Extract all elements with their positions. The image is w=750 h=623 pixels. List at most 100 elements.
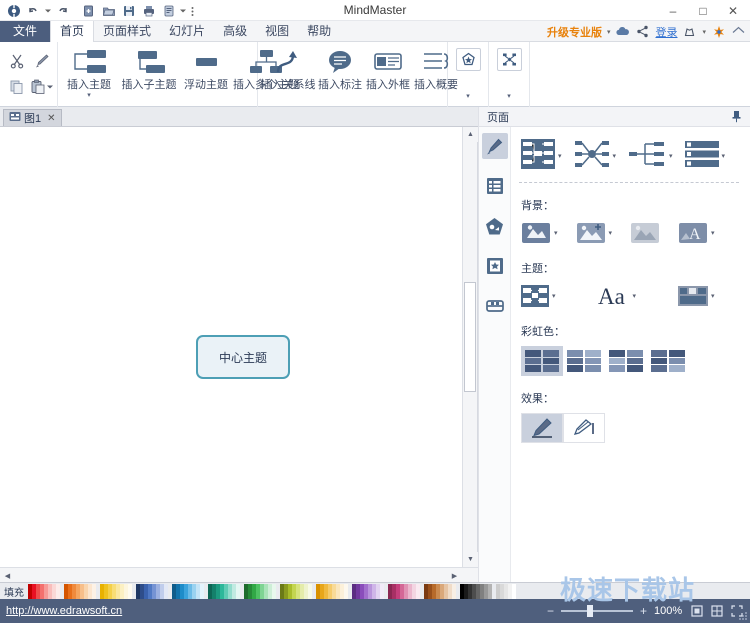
customize-caret[interactable] bbox=[179, 2, 187, 21]
theme-font-option[interactable]: Aa ▾ bbox=[598, 283, 637, 309]
palette-color-swatch[interactable] bbox=[512, 584, 516, 599]
canvas-vertical-scrollbar[interactable]: ▲ ▼ bbox=[462, 127, 477, 567]
tab-page-style[interactable]: 页面样式 bbox=[94, 21, 160, 42]
theme-style-caret-icon[interactable]: ▾ bbox=[552, 292, 556, 300]
minimize-button[interactable]: – bbox=[658, 0, 688, 21]
zoom-slider[interactable] bbox=[561, 610, 633, 612]
rainbow-swatch-2[interactable] bbox=[563, 346, 605, 376]
resize-grip-icon[interactable] bbox=[737, 610, 749, 622]
insert-boundary-button[interactable]: 插入外框 bbox=[364, 45, 412, 103]
insert-topic-button[interactable]: 插入主题 ▾ bbox=[60, 45, 118, 103]
copy-icon[interactable] bbox=[4, 74, 29, 100]
marker-caret-icon[interactable]: ▾ bbox=[466, 92, 470, 100]
scroll-up-button[interactable]: ▲ bbox=[463, 127, 478, 142]
cut-icon[interactable] bbox=[4, 48, 29, 74]
background-picture-option[interactable] bbox=[630, 220, 660, 246]
tab-file[interactable]: 文件 bbox=[0, 21, 50, 42]
document-tab-close-icon[interactable]: ✕ bbox=[47, 113, 55, 124]
layout-tree-option[interactable]: ▾ bbox=[628, 139, 673, 172]
share-icon[interactable] bbox=[635, 24, 650, 39]
paste-icon[interactable] bbox=[29, 74, 54, 100]
account-caret-icon[interactable]: ▾ bbox=[702, 28, 706, 36]
effect-straight-icon[interactable] bbox=[521, 413, 563, 443]
marker-button[interactable]: ▾ bbox=[448, 48, 488, 100]
account-icon[interactable] bbox=[682, 24, 697, 39]
open-icon[interactable] bbox=[99, 2, 118, 21]
export-icon[interactable] bbox=[159, 2, 178, 21]
edraw-website-link[interactable]: http://www.edrawsoft.cn bbox=[6, 605, 122, 617]
zoom-out-button[interactable]: − bbox=[546, 604, 555, 618]
layout-radial-option[interactable]: ▾ bbox=[574, 139, 617, 172]
palette-swatches[interactable] bbox=[28, 584, 516, 599]
tab-home[interactable]: 首页 bbox=[50, 21, 94, 42]
background-color-option[interactable]: ▾ bbox=[521, 220, 558, 246]
background-image-caret-icon[interactable]: ▾ bbox=[609, 229, 613, 237]
theme-color-option[interactable]: ▾ bbox=[678, 283, 715, 309]
cloud-icon[interactable] bbox=[615, 24, 630, 39]
center-topic-node[interactable]: 中心主题 bbox=[196, 335, 290, 379]
background-watermark-option[interactable]: A ▾ bbox=[678, 220, 715, 246]
insert-topic-caret-icon[interactable]: ▾ bbox=[87, 92, 91, 100]
layout-outline-caret-icon[interactable]: ▾ bbox=[722, 152, 726, 160]
scroll-left-button[interactable]: ◀ bbox=[0, 568, 15, 583]
pin-icon[interactable] bbox=[731, 110, 742, 126]
clipart-icon[interactable] bbox=[482, 253, 508, 279]
layout-tree-caret-icon[interactable]: ▾ bbox=[669, 152, 673, 160]
scroll-down-button[interactable]: ▼ bbox=[463, 552, 478, 567]
tab-slideshow[interactable]: 幻灯片 bbox=[160, 21, 214, 42]
rainbow-swatch-4[interactable] bbox=[647, 346, 689, 376]
mindmap-canvas[interactable]: 中心主题 bbox=[0, 127, 463, 567]
effect-handdrawn-icon[interactable] bbox=[563, 413, 605, 443]
upgrade-pro-link[interactable]: 升级专业版 bbox=[547, 24, 602, 40]
outline-list-icon[interactable] bbox=[482, 173, 508, 199]
rainbow-swatch-1[interactable] bbox=[521, 346, 563, 376]
help-icon[interactable] bbox=[731, 24, 746, 39]
print-icon[interactable] bbox=[139, 2, 158, 21]
tab-advanced[interactable]: 高级 bbox=[214, 21, 256, 42]
theme-style-option[interactable]: ▾ bbox=[521, 283, 556, 309]
upgrade-caret-icon[interactable]: ▾ bbox=[607, 28, 611, 36]
background-watermark-caret-icon[interactable]: ▾ bbox=[711, 229, 715, 237]
fit-page-icon[interactable] bbox=[690, 604, 704, 618]
theme-font-caret-icon[interactable]: ▾ bbox=[633, 292, 637, 300]
zoom-slider-thumb[interactable] bbox=[587, 605, 593, 617]
document-tab-1[interactable]: 图1 ✕ bbox=[3, 109, 62, 126]
insert-callout-button[interactable]: 插入标注 bbox=[316, 45, 364, 103]
undo-dropdown-caret[interactable] bbox=[44, 2, 52, 21]
background-image-option[interactable]: ▾ bbox=[576, 220, 613, 246]
shape-pentagon-icon[interactable] bbox=[482, 213, 508, 239]
badge-icon[interactable] bbox=[456, 48, 481, 71]
floating-topic-button[interactable]: 浮动主题 bbox=[180, 45, 232, 103]
tab-help[interactable]: 帮助 bbox=[298, 21, 340, 42]
style-brush-icon[interactable] bbox=[482, 133, 508, 159]
save-icon[interactable] bbox=[119, 2, 138, 21]
app-logo-icon[interactable] bbox=[4, 2, 23, 21]
background-color-caret-icon[interactable]: ▾ bbox=[554, 229, 558, 237]
rainbow-swatch-3[interactable] bbox=[605, 346, 647, 376]
format-painter-icon[interactable] bbox=[29, 48, 54, 74]
close-button[interactable]: ✕ bbox=[718, 0, 748, 21]
insert-relationship-button[interactable]: 插入关系线 bbox=[260, 45, 316, 103]
fit-width-icon[interactable] bbox=[710, 604, 724, 618]
login-link[interactable]: 登录 bbox=[655, 24, 677, 40]
layout-balanced-option[interactable]: ▾ bbox=[521, 139, 562, 172]
zoom-in-button[interactable]: + bbox=[639, 604, 648, 618]
gallery-icon[interactable] bbox=[482, 293, 508, 319]
scatter-layout-icon[interactable] bbox=[497, 48, 522, 71]
layout-outline-option[interactable]: ▾ bbox=[685, 139, 726, 172]
maximize-button[interactable]: □ bbox=[688, 0, 718, 21]
layout-balanced-caret-icon[interactable]: ▾ bbox=[558, 152, 562, 160]
layout-button[interactable]: ▾ bbox=[489, 48, 529, 100]
layout-radial-caret-icon[interactable]: ▾ bbox=[613, 152, 617, 160]
undo-icon[interactable] bbox=[24, 2, 43, 21]
new-icon[interactable] bbox=[79, 2, 98, 21]
theme-color-caret-icon[interactable]: ▾ bbox=[711, 292, 715, 300]
theme-icon[interactable] bbox=[711, 24, 726, 39]
layout-caret-icon[interactable]: ▾ bbox=[507, 92, 511, 100]
scroll-right-button[interactable]: ▶ bbox=[447, 568, 462, 583]
overflow-icon[interactable] bbox=[188, 2, 197, 21]
canvas-horizontal-scrollbar[interactable]: ◀ ▶ bbox=[0, 567, 478, 582]
vertical-scroll-thumb[interactable] bbox=[464, 282, 476, 392]
insert-subtopic-button[interactable]: 插入子主题 bbox=[120, 45, 178, 103]
tab-view[interactable]: 视图 bbox=[256, 21, 298, 42]
